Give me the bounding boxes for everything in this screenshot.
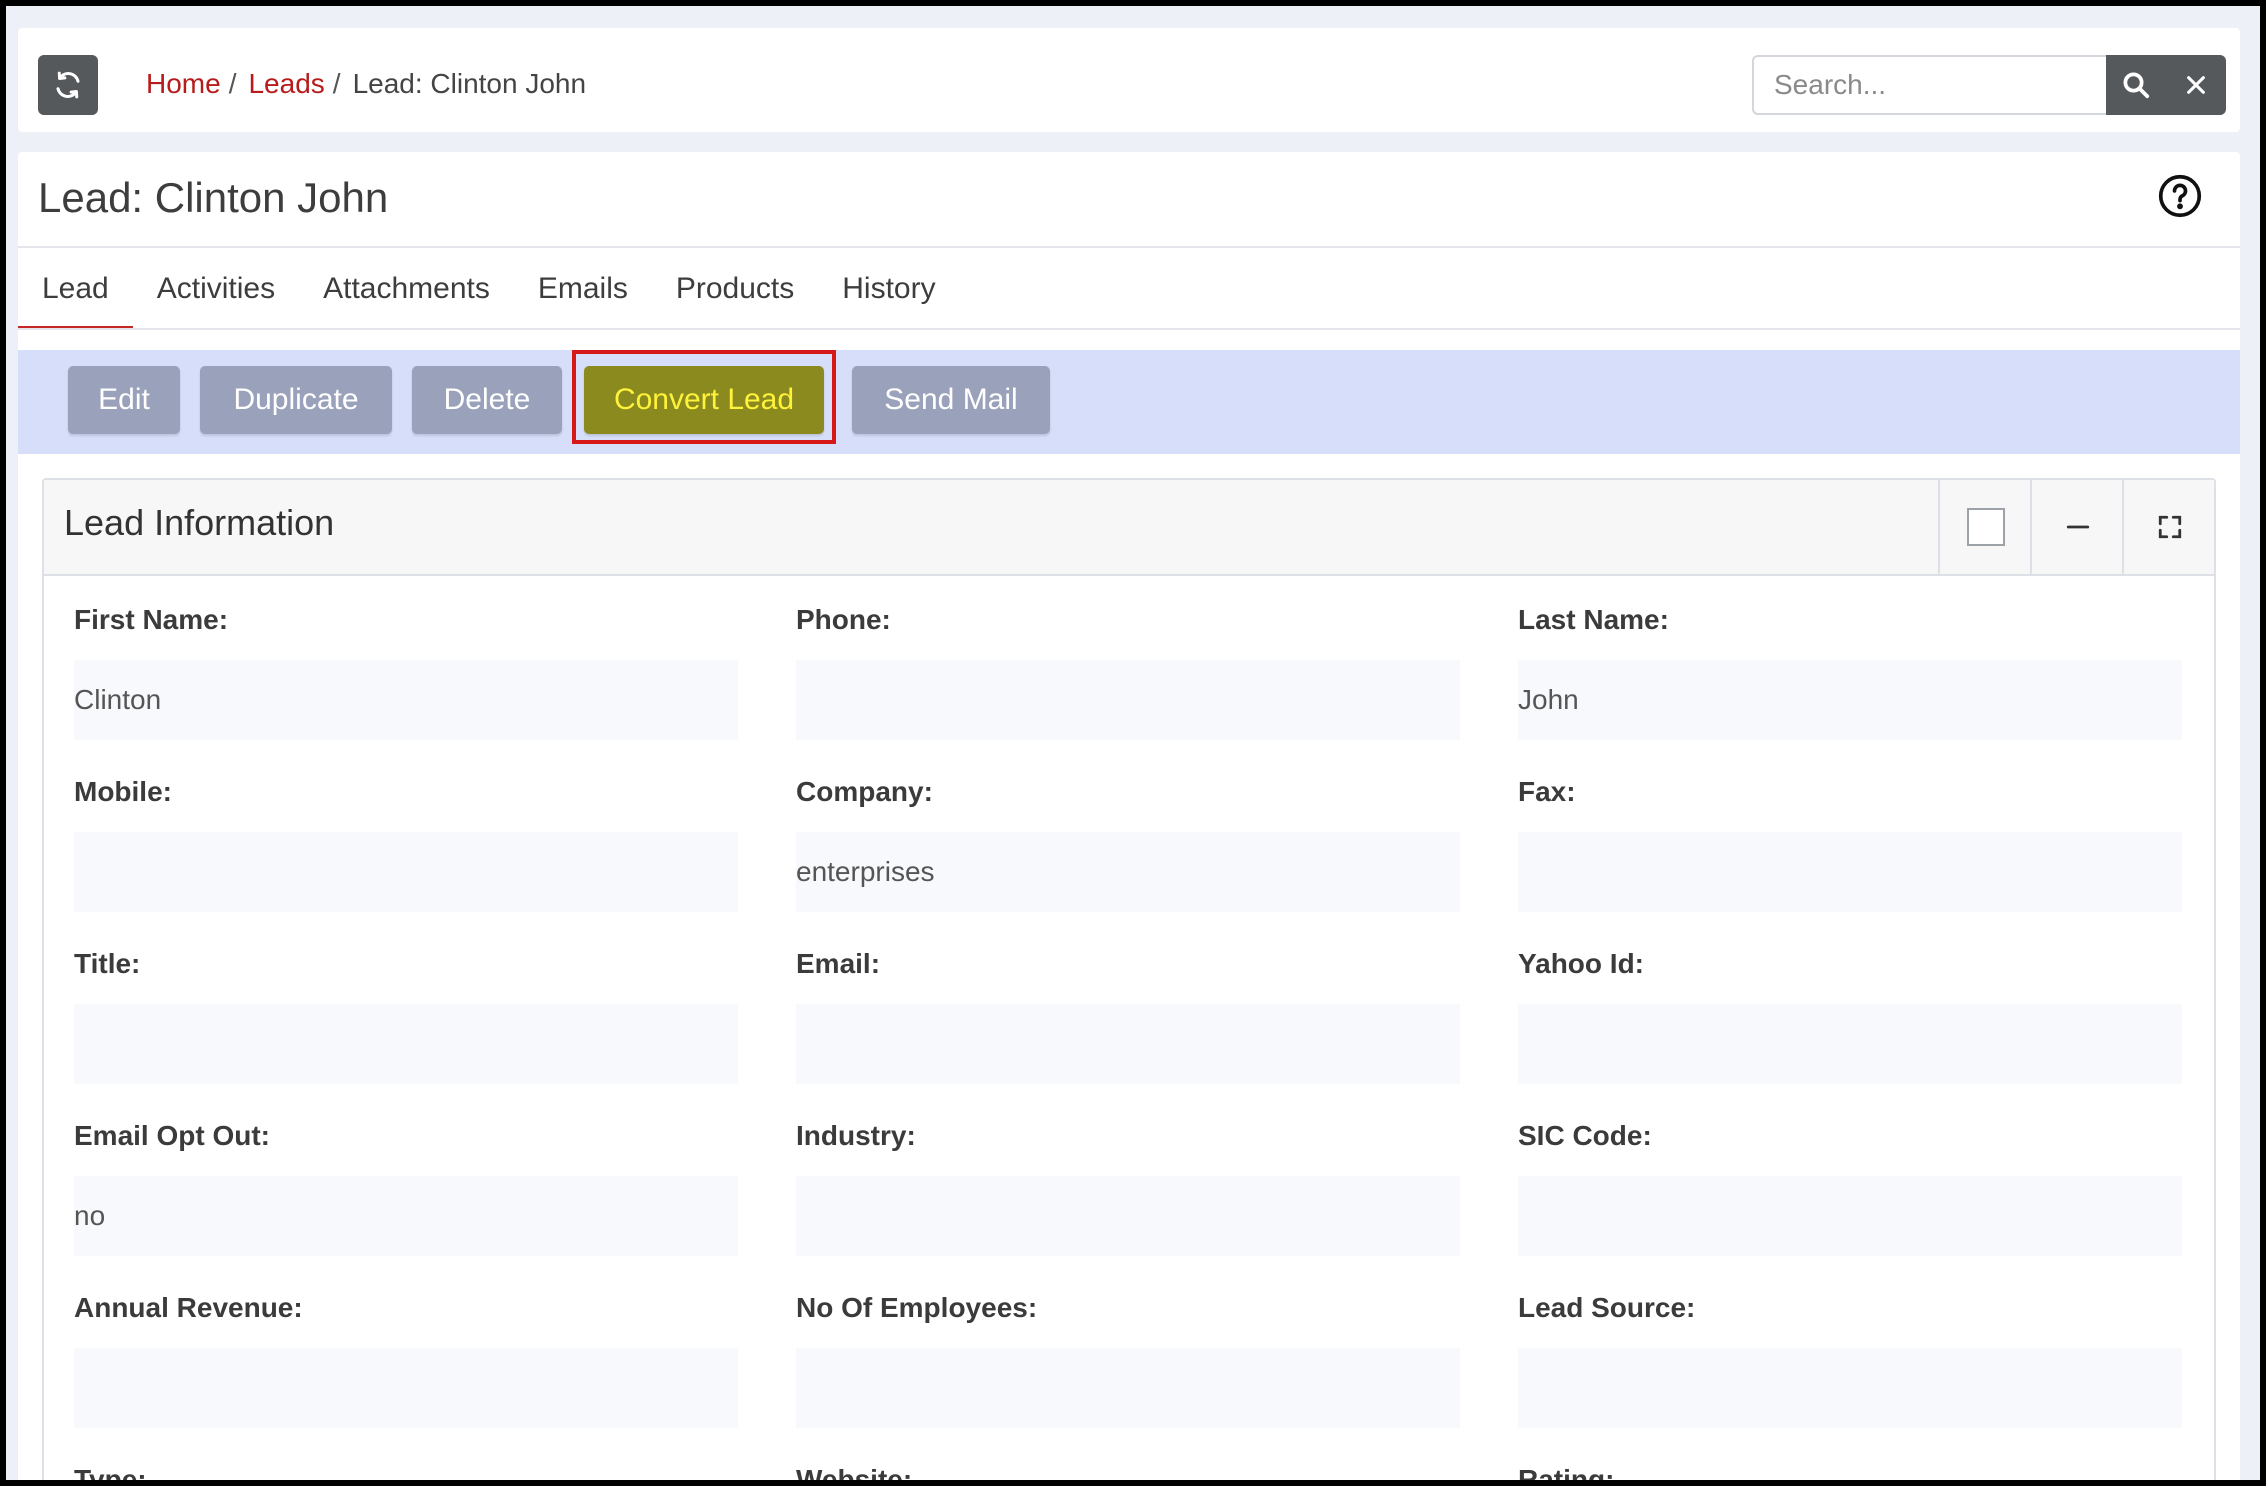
- breadcrumb: Home / Leads / Lead: Clinton John: [146, 64, 586, 104]
- email-opt-out-label: Email Opt Out:: [74, 1120, 270, 1151]
- lead-source-label: Lead Source:: [1518, 1292, 1696, 1323]
- delete-button[interactable]: Delete: [412, 366, 562, 434]
- annual-revenue-label: Annual Revenue:: [74, 1292, 303, 1323]
- top-bar: Home / Leads / Lead: Clinton John: [18, 28, 2240, 132]
- main-panel: Lead: Clinton John Lead Activities Attac…: [18, 152, 2240, 1480]
- breadcrumb-home[interactable]: Home: [146, 64, 221, 104]
- yahoo-id-value: [1518, 1004, 2182, 1084]
- last-name-label: Last Name:: [1518, 604, 1669, 635]
- website-label: Website:: [796, 1464, 913, 1480]
- minimize-icon: [2066, 525, 2090, 529]
- help-icon[interactable]: [2158, 174, 2202, 218]
- tab-emails[interactable]: Emails: [514, 248, 652, 330]
- page-title: Lead: Clinton John: [38, 174, 389, 221]
- industry-value: [796, 1176, 1460, 1256]
- checkbox-icon: [1967, 508, 2005, 546]
- fullscreen-card-button[interactable]: [2122, 480, 2216, 574]
- send-mail-button[interactable]: Send Mail: [852, 366, 1050, 434]
- edit-button[interactable]: Edit: [68, 366, 180, 434]
- refresh-button[interactable]: [38, 55, 98, 115]
- no-of-employees-value: [796, 1348, 1460, 1428]
- company-label: Company:: [796, 776, 933, 807]
- rating-label: Rating:: [1518, 1464, 1615, 1480]
- mobile-label: Mobile:: [74, 776, 172, 807]
- sic-code-value: [1518, 1176, 2182, 1256]
- refresh-icon: [56, 71, 80, 99]
- action-bar: Edit Duplicate Delete Convert Lead Send …: [18, 350, 2240, 454]
- search-group: [1752, 55, 2226, 115]
- search-input[interactable]: [1752, 55, 2106, 115]
- phone-value: [796, 660, 1460, 740]
- breadcrumb-leads[interactable]: Leads: [248, 64, 324, 104]
- breadcrumb-current: Lead: Clinton John: [352, 68, 587, 99]
- mobile-value: [74, 832, 738, 912]
- clear-search-button[interactable]: [2166, 55, 2226, 115]
- select-card-button[interactable]: [1938, 480, 2032, 574]
- annual-revenue-value: [74, 1348, 738, 1428]
- lead-source-value: [1518, 1348, 2182, 1428]
- tab-history[interactable]: History: [818, 248, 959, 330]
- last-name-value: John: [1518, 660, 2182, 740]
- email-label: Email:: [796, 948, 881, 979]
- title-value: [74, 1004, 738, 1084]
- phone-label: Phone:: [796, 604, 891, 635]
- tab-lead[interactable]: Lead: [18, 248, 133, 330]
- title-label: Title:: [74, 948, 141, 979]
- tab-products[interactable]: Products: [652, 248, 818, 330]
- tab-bar: Lead Activities Attachments Emails Produ…: [18, 248, 960, 330]
- tab-attachments[interactable]: Attachments: [299, 248, 514, 330]
- fax-label: Fax:: [1518, 776, 1576, 807]
- fax-value: [1518, 832, 2182, 912]
- company-value: enterprises: [796, 832, 1460, 912]
- card-title: Lead Information: [64, 502, 335, 543]
- close-icon: [2187, 76, 2205, 94]
- tab-activities[interactable]: Activities: [133, 248, 299, 330]
- breadcrumb-separator: /: [228, 68, 237, 99]
- first-name-label: First Name:: [74, 604, 229, 635]
- no-of-employees-label: No Of Employees:: [796, 1292, 1038, 1323]
- search-button[interactable]: [2106, 55, 2166, 115]
- app-frame: Home / Leads / Lead: Clinton John Lead: …: [6, 6, 2260, 1480]
- tabs-divider: [18, 328, 2240, 330]
- breadcrumb-separator: /: [332, 68, 341, 99]
- sic-code-label: SIC Code:: [1518, 1120, 1652, 1151]
- lead-information-card: Lead Information First Name: Clinton Pho…: [42, 478, 2216, 1480]
- first-name-value: Clinton: [74, 660, 738, 740]
- duplicate-button[interactable]: Duplicate: [200, 366, 392, 434]
- yahoo-id-label: Yahoo Id:: [1518, 948, 1644, 979]
- type-label: Type:: [74, 1464, 147, 1480]
- fullscreen-icon: [2158, 515, 2182, 539]
- search-icon: [2123, 72, 2150, 99]
- email-value: [796, 1004, 1460, 1084]
- convert-lead-button[interactable]: Convert Lead: [584, 366, 824, 434]
- email-opt-out-value: no: [74, 1176, 738, 1256]
- card-header: Lead Information: [44, 480, 2214, 576]
- minimize-card-button[interactable]: [2030, 480, 2124, 574]
- industry-label: Industry:: [796, 1120, 916, 1151]
